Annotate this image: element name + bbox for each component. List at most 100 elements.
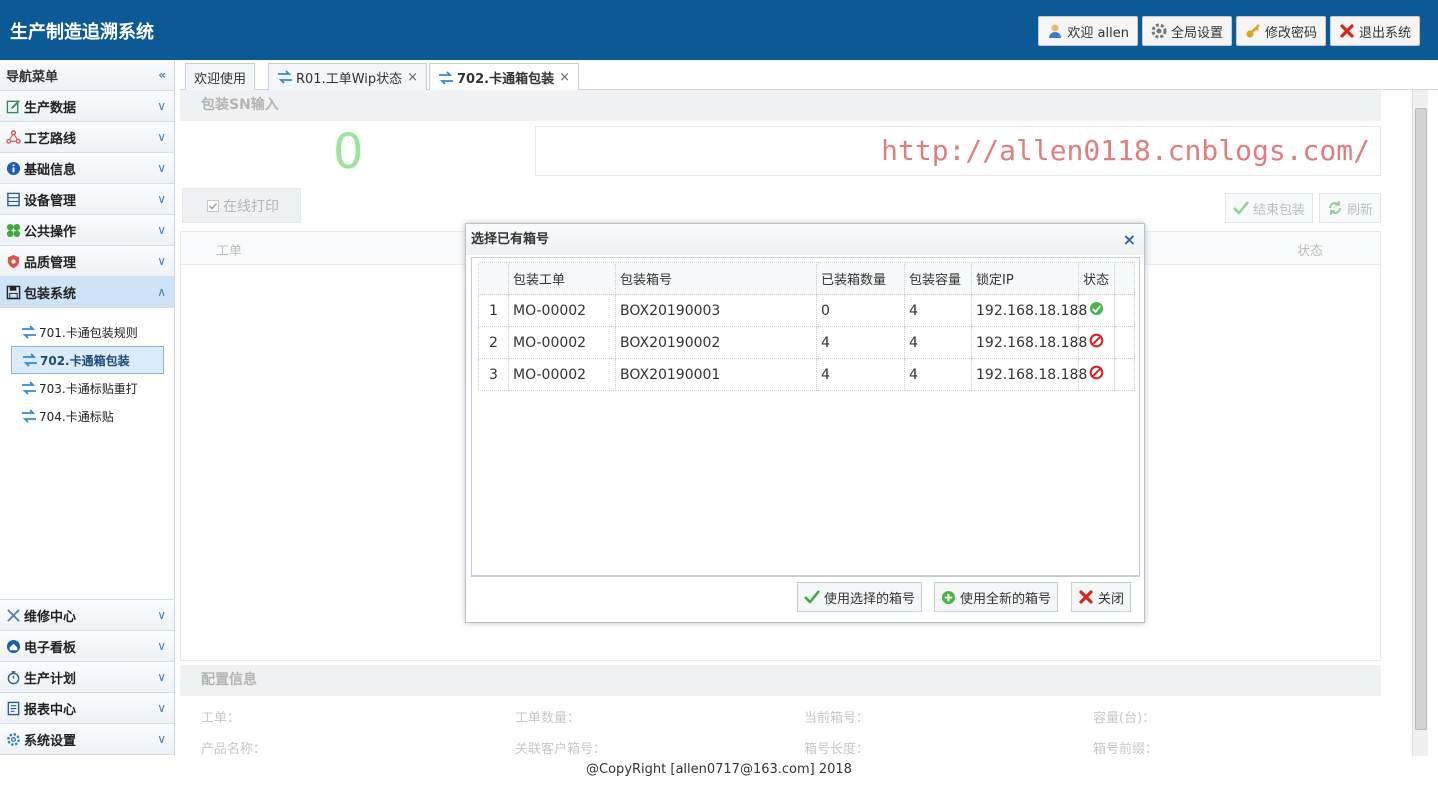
finish-packing-button[interactable]: 结束包装	[1225, 193, 1314, 223]
edit-icon	[6, 99, 20, 113]
tab-bar: 欢迎使用 R01.工单Wip状态 × 702.卡通箱包装 ×	[180, 60, 1438, 91]
tab-close-icon[interactable]: ×	[407, 70, 418, 85]
chevron-down-icon: ∨	[157, 192, 166, 206]
sidebar-group-equipment[interactable]: 设备管理 ∨	[0, 184, 174, 215]
sidebar-item-label: 701.卡通包装规则	[39, 325, 138, 340]
filler-cell	[1114, 358, 1135, 391]
clover-icon	[6, 223, 21, 237]
global-settings-button[interactable]: 全局设置	[1141, 16, 1232, 46]
tab-welcome[interactable]: 欢迎使用	[185, 63, 256, 90]
nav-title: 导航菜单	[6, 69, 59, 85]
sidebar-group-system-settings[interactable]: 系统设置 ∨	[0, 724, 174, 755]
close-icon	[1340, 24, 1354, 38]
footer-copyright: @CopyRight [allen0717@163.com] 2018	[586, 762, 852, 777]
column-header: 已装箱数量	[816, 262, 905, 295]
sidebar-group-public-ops[interactable]: 公共操作 ∨	[0, 215, 174, 246]
sidebar-group-label: 生产计划	[24, 671, 77, 687]
dialog-close-label: 关闭	[1098, 591, 1125, 607]
change-password-button[interactable]: 修改密码	[1235, 16, 1326, 46]
sidebar-group-packaging[interactable]: 包装系统 ∧	[0, 277, 174, 308]
timer-icon	[7, 670, 20, 684]
chevron-down-icon: ∨	[157, 670, 166, 684]
use-selected-box-button[interactable]: 使用选择的箱号	[797, 582, 923, 612]
device-icon	[7, 192, 20, 206]
online-print-checkbox[interactable]: 在线打印	[182, 188, 301, 223]
table-header-row: 包装工单 包装箱号 已装箱数量 包装容量 锁定IP 状态	[478, 262, 1135, 295]
config-box-prefix-label: 箱号前缀：	[1093, 742, 1159, 757]
sidebar-group-label: 电子看板	[24, 640, 77, 656]
sidebar-group-process-route[interactable]: 工艺路线 ∨	[0, 122, 174, 153]
chevron-down-icon: ∨	[157, 130, 166, 144]
sidebar-item-701[interactable]: 701.卡通包装规则	[11, 318, 164, 346]
cell-capacity: 4	[904, 358, 972, 391]
sidebar-item-702[interactable]: 702.卡通箱包装	[11, 346, 164, 374]
cell-capacity: 4	[904, 326, 972, 359]
sidebar-item-704[interactable]: 704.卡通标贴	[11, 402, 164, 430]
app-title: 生产制造追溯系统	[10, 22, 154, 43]
column-header: 状态	[1078, 262, 1115, 295]
cell-ip: 192.168.18.188	[971, 294, 1087, 327]
dialog-title: 选择已有箱号	[471, 232, 550, 247]
sidebar-item-label: 703.卡通标贴重打	[39, 381, 138, 396]
change-password-label: 修改密码	[1264, 25, 1317, 41]
tab-r01-wip-status[interactable]: R01.工单Wip状态 ×	[268, 63, 428, 90]
grid-col-status: 状态	[1297, 244, 1324, 259]
sidebar-group-label: 品质管理	[24, 255, 77, 271]
sidebar-group-dashboard[interactable]: 电子看板 ∨	[0, 631, 174, 662]
board-icon	[6, 639, 21, 653]
cell-box: BOX20190001	[615, 358, 817, 391]
dialog-close-icon[interactable]: ×	[1123, 224, 1136, 255]
table-row[interactable]: 2 MO-00002 BOX20190002 4 4 192.168.18.18…	[478, 326, 1135, 359]
packaging-submenu: 701.卡通包装规则 702.卡通箱包装 703.卡通标贴重打 704.卡通标贴	[0, 308, 174, 600]
transfer-icon	[22, 325, 36, 339]
chevron-down-icon: ∨	[157, 223, 166, 237]
checkbox-icon	[207, 199, 219, 212]
cell-order: MO-00002	[508, 358, 616, 391]
user-icon	[1049, 24, 1062, 38]
chevron-down-icon: ∨	[157, 254, 166, 268]
gear-icon	[1151, 23, 1167, 39]
sidebar-group-repair[interactable]: 维修中心 ∨	[0, 600, 174, 631]
refresh-button[interactable]: 刷新	[1319, 193, 1382, 223]
sidebar-group-quality[interactable]: 品质管理 ∨	[0, 246, 174, 277]
url-text: http://allen0118.cnblogs.com/	[881, 134, 1370, 167]
info-icon	[6, 161, 21, 175]
refresh-icon	[1329, 201, 1341, 215]
url-display: http://allen0118.cnblogs.com/	[535, 126, 1381, 176]
key-icon	[1246, 24, 1260, 38]
cell-packed: 0	[816, 294, 905, 327]
tools-icon	[7, 608, 20, 622]
use-new-box-button[interactable]: 使用全新的箱号	[934, 582, 1059, 612]
sidebar-group-label: 报表中心	[24, 702, 77, 718]
dialog-close-button[interactable]: 关闭	[1071, 582, 1132, 612]
table-row[interactable]: 1 MO-00002 BOX20190003 0 4 192.168.18.18…	[478, 294, 1135, 327]
sidebar-group-production-data[interactable]: 生产数据 ∨	[0, 91, 174, 122]
shield-icon	[7, 254, 20, 268]
table-row[interactable]: 3 MO-00002 BOX20190001 4 4 192.168.18.18…	[478, 358, 1135, 391]
sidebar-group-basic-info[interactable]: 基础信息 ∨	[0, 153, 174, 184]
logout-button[interactable]: 退出系统	[1329, 16, 1420, 46]
main-scrollbar[interactable]	[1412, 90, 1428, 756]
tab-close-icon[interactable]: ×	[559, 70, 570, 85]
tab-label: R01.工单Wip状态	[296, 71, 403, 87]
packed-count: 0	[333, 124, 364, 180]
ok-status-icon	[1089, 301, 1104, 316]
collapse-sidebar-icon[interactable]: «	[158, 68, 166, 82]
chevron-down-icon: ∨	[157, 639, 166, 653]
row-number: 2	[478, 326, 509, 359]
dialog-body: 包装工单 包装箱号 已装箱数量 包装容量 锁定IP 状态 1 MO-00002 …	[471, 257, 1140, 576]
sidebar-group-production-plan[interactable]: 生产计划 ∨	[0, 662, 174, 693]
welcome-user-button[interactable]: 欢迎 allen	[1038, 16, 1138, 46]
tab-702-carton-packing[interactable]: 702.卡通箱包装 ×	[429, 63, 579, 91]
transfer-icon	[22, 409, 36, 423]
sidebar-group-label: 维修中心	[24, 609, 77, 625]
row-number-header	[478, 262, 509, 295]
dialog-footer: 使用选择的箱号 使用全新的箱号 关闭	[471, 576, 1140, 617]
sidebar-group-reports[interactable]: 报表中心 ∨	[0, 693, 174, 724]
sidebar-nav: 导航菜单 « 生产数据 ∨ 工艺路线 ∨ 基础信息 ∨ 设备管理 ∨ 公共操作 …	[0, 60, 175, 756]
config-order-label: 工单：	[201, 711, 241, 726]
cell-order: MO-00002	[508, 326, 616, 359]
sidebar-group-label: 基础信息	[24, 162, 77, 178]
scrollbar-thumb[interactable]	[1415, 108, 1427, 730]
sidebar-item-703[interactable]: 703.卡通标贴重打	[11, 374, 164, 402]
